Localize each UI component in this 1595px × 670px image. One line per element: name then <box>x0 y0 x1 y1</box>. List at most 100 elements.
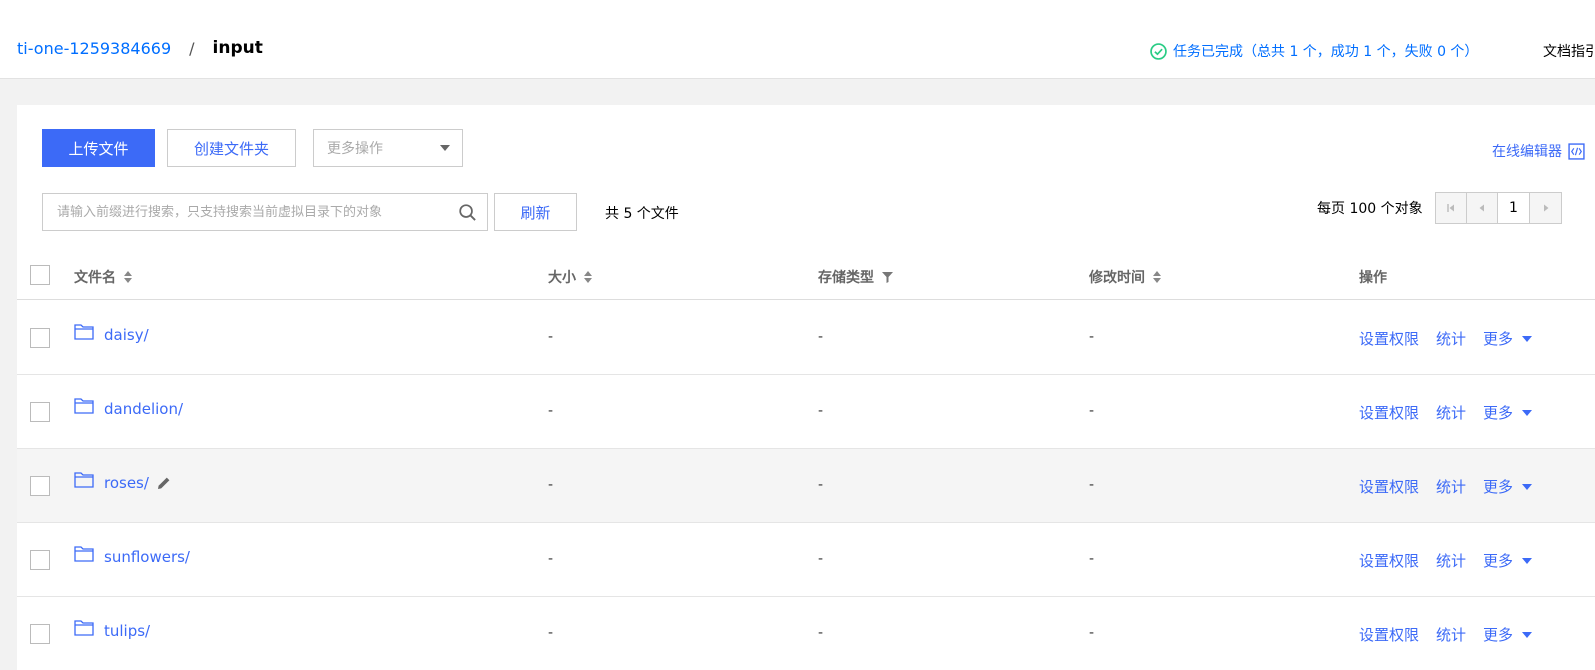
set-permission-link[interactable]: 设置权限 <box>1359 402 1419 423</box>
upload-file-button[interactable]: 上传文件 <box>42 129 155 167</box>
storage-cell: - <box>818 625 824 641</box>
caret-down-icon <box>1522 409 1533 416</box>
file-list-panel: 上传文件 创建文件夹 更多操作 在线编辑器 刷新 共 5 个文件 每页 100 … <box>17 105 1595 670</box>
modified-cell: - <box>1089 551 1095 567</box>
more-dropdown[interactable]: 更多 <box>1483 476 1533 497</box>
more-actions-label: 更多操作 <box>327 141 383 157</box>
search-input[interactable] <box>43 194 443 230</box>
modified-cell: - <box>1089 625 1095 641</box>
row-checkbox[interactable] <box>30 476 50 496</box>
row-actions: 设置权限 统计 更多 <box>1359 550 1533 571</box>
caret-down-icon <box>1522 483 1533 490</box>
size-cell: - <box>548 625 554 641</box>
stats-link[interactable]: 统计 <box>1436 402 1466 423</box>
sort-icon <box>124 271 132 283</box>
folder-name-link[interactable]: tulips/ <box>104 622 150 640</box>
task-status[interactable]: 任务已完成（总共 1 个，成功 1 个，失败 0 个） <box>1150 41 1478 61</box>
size-cell: - <box>548 403 554 419</box>
row-actions: 设置权限 统计 更多 <box>1359 402 1533 423</box>
breadcrumb-bucket-link[interactable]: ti-one-1259384669 <box>17 39 171 58</box>
more-label: 更多 <box>1483 626 1514 644</box>
stats-link[interactable]: 统计 <box>1436 476 1466 497</box>
modified-cell: - <box>1089 403 1095 419</box>
table-row: sunflowers/ - - - 设置权限 统计 更多 <box>17 523 1595 597</box>
pencil-icon[interactable] <box>157 476 171 490</box>
check-circle-icon <box>1150 42 1167 60</box>
sort-icon <box>1153 271 1161 283</box>
column-storage-type[interactable]: 存储类型 <box>818 267 893 287</box>
online-editor-link[interactable]: 在线编辑器 <box>1492 141 1585 161</box>
online-editor-label: 在线编辑器 <box>1492 144 1562 160</box>
stats-link[interactable]: 统计 <box>1436 624 1466 645</box>
column-size-label: 大小 <box>548 270 576 286</box>
row-actions: 设置权限 统计 更多 <box>1359 624 1533 645</box>
folder-name-link[interactable]: daisy/ <box>104 326 149 344</box>
name-cell: dandelion/ <box>74 397 183 418</box>
more-label: 更多 <box>1483 478 1514 496</box>
stats-link[interactable]: 统计 <box>1436 550 1466 571</box>
more-label: 更多 <box>1483 404 1514 422</box>
row-checkbox[interactable] <box>30 624 50 644</box>
create-folder-button[interactable]: 创建文件夹 <box>167 129 296 167</box>
folder-name-link[interactable]: roses/ <box>104 474 149 492</box>
pagination: 1 <box>1435 192 1562 224</box>
row-actions: 设置权限 统计 更多 <box>1359 476 1533 497</box>
column-name-label: 文件名 <box>74 270 116 286</box>
set-permission-link[interactable]: 设置权限 <box>1359 624 1419 645</box>
filter-icon <box>882 271 893 283</box>
more-dropdown[interactable]: 更多 <box>1483 402 1533 423</box>
folder-name-link[interactable]: dandelion/ <box>104 400 183 418</box>
table-row: dandelion/ - - - 设置权限 统计 更多 <box>17 375 1595 449</box>
breadcrumb: ti-one-1259384669 / input <box>17 38 263 58</box>
column-modified-label: 修改时间 <box>1089 270 1145 286</box>
folder-icon <box>74 619 94 636</box>
table-row: daisy/ - - - 设置权限 统计 更多 <box>17 301 1595 375</box>
first-page-button[interactable] <box>1436 193 1467 223</box>
size-cell: - <box>548 329 554 345</box>
code-editor-icon <box>1568 142 1585 160</box>
caret-down-icon <box>1522 631 1533 638</box>
storage-cell: - <box>818 329 824 345</box>
stats-link[interactable]: 统计 <box>1436 328 1466 349</box>
name-cell: roses/ <box>74 471 171 492</box>
column-modified-time[interactable]: 修改时间 <box>1089 267 1161 287</box>
set-permission-link[interactable]: 设置权限 <box>1359 328 1419 349</box>
caret-down-icon <box>1522 557 1533 564</box>
prev-page-button[interactable] <box>1467 193 1498 223</box>
file-count: 共 5 个文件 <box>605 206 679 222</box>
chevron-down-icon <box>440 145 450 151</box>
first-page-icon <box>1447 204 1454 212</box>
row-actions: 设置权限 统计 更多 <box>1359 328 1533 349</box>
more-dropdown[interactable]: 更多 <box>1483 624 1533 645</box>
more-dropdown[interactable]: 更多 <box>1483 328 1533 349</box>
name-cell: daisy/ <box>74 323 149 344</box>
name-cell: tulips/ <box>74 619 150 640</box>
caret-down-icon <box>1522 335 1533 342</box>
select-all-checkbox[interactable] <box>30 265 50 285</box>
refresh-button[interactable]: 刷新 <box>494 193 577 231</box>
breadcrumb-current: input <box>212 38 263 58</box>
next-page-button[interactable] <box>1530 193 1561 223</box>
search-box <box>42 193 488 231</box>
folder-icon <box>74 545 94 562</box>
table-header: 文件名 大小 存储类型 修改时间 操作 <box>17 250 1595 300</box>
doc-guide-link[interactable]: 文档指引 <box>1543 41 1595 61</box>
row-checkbox[interactable] <box>30 402 50 422</box>
more-actions-select[interactable]: 更多操作 <box>313 129 463 167</box>
row-checkbox[interactable] <box>30 328 50 348</box>
size-cell: - <box>548 551 554 567</box>
folder-name-link[interactable]: sunflowers/ <box>104 548 190 566</box>
set-permission-link[interactable]: 设置权限 <box>1359 476 1419 497</box>
set-permission-link[interactable]: 设置权限 <box>1359 550 1419 571</box>
row-checkbox[interactable] <box>30 550 50 570</box>
table-row: roses/ - - - 设置权限 统计 更多 <box>17 449 1595 523</box>
search-icon[interactable] <box>458 203 477 222</box>
size-cell: - <box>548 477 554 493</box>
current-page-input[interactable]: 1 <box>1498 193 1530 223</box>
more-dropdown[interactable]: 更多 <box>1483 550 1533 571</box>
per-page-label[interactable]: 每页 100 个对象 <box>1317 198 1423 218</box>
storage-cell: - <box>818 551 824 567</box>
column-name[interactable]: 文件名 <box>74 267 132 287</box>
column-size[interactable]: 大小 <box>548 267 592 287</box>
folder-icon <box>74 323 94 340</box>
